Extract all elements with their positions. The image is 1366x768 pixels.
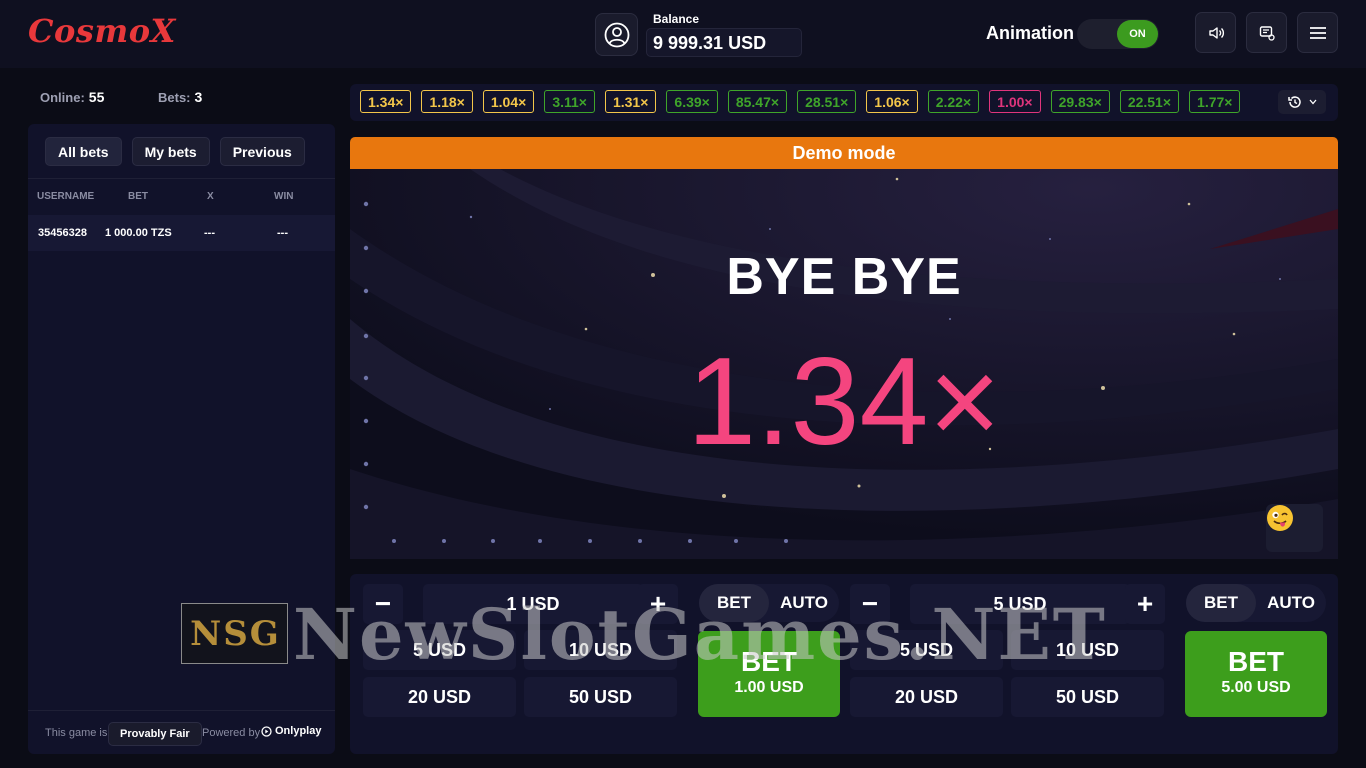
history-multiplier-chip: 2.22×: [927, 90, 980, 113]
bet-mode-switch: BET AUTO: [1186, 584, 1326, 622]
speaker-icon: [1208, 26, 1224, 39]
watermark-text: NewSlotGames.NET: [293, 593, 1107, 676]
watermark-logo: N S G: [181, 603, 288, 664]
tab-all-bets[interactable]: All bets: [45, 137, 122, 166]
crash-multiplier: 1.34×: [687, 333, 1001, 471]
emoji-button[interactable]: [1266, 504, 1323, 552]
history-multiplier-chip: 85.47×: [727, 90, 788, 113]
tab-my-bets[interactable]: My bets: [131, 137, 210, 166]
watermark-logo-letter: G: [249, 613, 279, 654]
bets-table-header: USERNAME BET X WIN: [28, 178, 335, 214]
tab-previous[interactable]: Previous: [219, 137, 305, 166]
column-x: X: [207, 191, 214, 202]
column-win: WIN: [274, 191, 294, 202]
bet-button-label: BET: [1228, 646, 1284, 677]
online-count: Online: 55: [40, 89, 104, 105]
balance-label: Balance: [653, 12, 700, 26]
history-multiplier-chip: 1.18×: [421, 90, 473, 113]
watermark-logo-letter: N: [190, 613, 222, 654]
row-username: 35456328: [38, 227, 87, 239]
animation-label: Animation: [986, 23, 1074, 43]
watermark: N S G NewSlotGames.NET: [181, 593, 1181, 676]
chat-button[interactable]: [1246, 12, 1287, 53]
history-multiplier-chip: 1.06×: [866, 90, 918, 113]
history-multiplier-chip: 1.31×: [604, 90, 657, 113]
user-icon: [604, 22, 629, 47]
game-stage: BYE BYE 1.34×: [350, 169, 1338, 559]
history-multiplier-chip: 6.39×: [666, 90, 718, 113]
demo-mode-banner: Demo mode: [350, 137, 1338, 169]
bets-label: Bets:: [158, 90, 191, 105]
bets-tabs: All bets My bets Previous: [45, 137, 305, 166]
column-username: USERNAME: [37, 191, 95, 202]
watermark-logo-letter: S: [223, 613, 248, 654]
balance-area: Balance 9 999.31 USD: [595, 12, 802, 57]
sound-button[interactable]: [1195, 12, 1236, 53]
history-multiplier-chip: 22.51×: [1119, 90, 1180, 113]
header: CosmoX Balance 9 999.31 USD Animation ON: [0, 0, 1366, 68]
table-row: 35456328 1 000.00 TZS --- ---: [28, 215, 335, 251]
winking-tongue-emoji-icon: [1267, 505, 1293, 531]
place-bet-button[interactable]: BET 5.00 USD: [1185, 631, 1327, 717]
column-bet: BET: [128, 191, 148, 202]
chat-icon: [1259, 25, 1275, 41]
multiplier-history: 1.34× 1.18× 1.04× 3.11× 1.31× 6.39× 85.47× 28.5…: [350, 84, 1338, 121]
history-multiplier-chip: 29.83×: [1050, 90, 1110, 113]
quick-amount-button[interactable]: 50 USD: [1011, 677, 1164, 717]
history-multiplier-chip: 1.34×: [360, 90, 412, 113]
chevron-down-icon: [1309, 99, 1317, 105]
provably-fair-button[interactable]: Provably Fair: [108, 722, 202, 746]
animation-toggle-state: ON: [1117, 20, 1158, 48]
online-value: 55: [88, 89, 105, 105]
onlyplay-icon: [261, 725, 272, 737]
bet-button-amount: 5.00 USD: [1221, 679, 1291, 696]
row-win: ---: [277, 227, 288, 239]
footer-powered-by: Powered by: [202, 727, 261, 739]
mode-auto-option[interactable]: AUTO: [1256, 584, 1326, 622]
history-multiplier-chip: 3.11×: [544, 90, 595, 113]
online-label: Online:: [40, 90, 85, 105]
animation-toggle[interactable]: ON: [1077, 19, 1159, 49]
round-status: BYE BYE: [726, 248, 962, 306]
panel-footer: This game is Provably Fair Powered by On…: [28, 710, 335, 754]
history-chips: 1.34× 1.18× 1.04× 3.11× 1.31× 6.39× 85.47× 28.5…: [360, 90, 1241, 113]
history-multiplier-chip: 28.51×: [797, 90, 857, 113]
game-logo: CosmoX: [28, 12, 176, 50]
quick-amount-button[interactable]: 20 USD: [850, 677, 1003, 717]
history-multiplier-chip: 1.04×: [482, 90, 535, 113]
quick-amount-button[interactable]: 20 USD: [363, 677, 516, 717]
history-multiplier-chip: 1.77×: [1189, 90, 1241, 113]
balance-value: 9 999.31 USD: [646, 28, 802, 57]
provider-logo: Onlyplay: [261, 725, 321, 737]
bets-count: Bets: 3: [158, 89, 202, 105]
hamburger-icon: [1309, 26, 1326, 39]
footer-game-is: This game is: [45, 727, 108, 739]
bet-button-amount: 1.00 USD: [734, 679, 804, 696]
profile-button[interactable]: [595, 13, 638, 56]
provider-name: Onlyplay: [275, 725, 322, 737]
quick-amount-button[interactable]: 50 USD: [524, 677, 677, 717]
mode-bet-option[interactable]: BET: [1186, 584, 1256, 622]
history-button[interactable]: [1278, 90, 1326, 114]
row-bet: 1 000.00 TZS: [105, 227, 172, 239]
menu-button[interactable]: [1297, 12, 1338, 53]
history-icon: [1288, 96, 1301, 108]
row-x: ---: [204, 227, 215, 239]
history-multiplier-chip: 1.00×: [989, 90, 1041, 113]
bets-value: 3: [194, 89, 203, 105]
